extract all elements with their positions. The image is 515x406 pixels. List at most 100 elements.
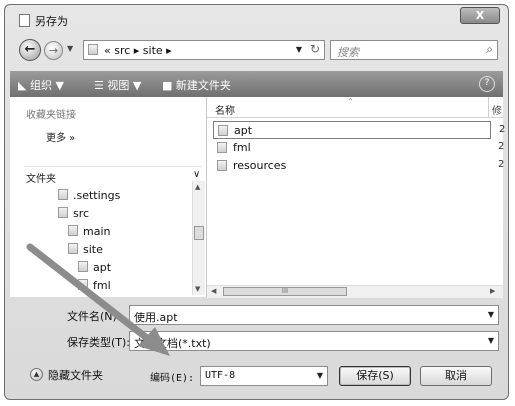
filename-label: 文件名(N): xyxy=(67,310,121,323)
file-row-apt[interactable]: apt 2 xyxy=(213,121,505,139)
back-button[interactable]: ← xyxy=(19,39,41,61)
search-icon: ⌕ xyxy=(486,42,493,56)
tree-item-label: main xyxy=(83,225,111,238)
organize-icon: ◣ xyxy=(18,79,27,92)
filename-input[interactable]: 使用.apt ▼ xyxy=(129,305,499,325)
navigation-pane: 收藏夹链接 更多 » 文件夹 ∨ .settings src main site… xyxy=(10,97,207,297)
save-as-dialog: 另存为 X ← → ▼ « src ▸ site ▸ ▼ ↻ 搜索 ⌕ ◣ 组织… xyxy=(4,4,509,400)
address-dropdown[interactable]: ▼ xyxy=(296,45,302,54)
folder-icon xyxy=(217,142,227,153)
search-input[interactable]: 搜索 ⌕ xyxy=(330,40,498,60)
arrow-right-icon: → xyxy=(48,44,59,57)
file-date: 2 xyxy=(498,159,505,170)
search-placeholder: 搜索 xyxy=(337,46,359,59)
folder-icon xyxy=(68,225,78,236)
scroll-thumb[interactable] xyxy=(194,226,204,240)
chevron-down-icon[interactable]: ▼ xyxy=(317,371,323,380)
tree-scrollbar[interactable]: ▲ ▼ xyxy=(192,181,205,295)
folder-icon xyxy=(68,243,78,254)
folder-icon xyxy=(218,125,228,136)
address-bar[interactable]: « src ▸ site ▸ ▼ ↻ xyxy=(83,40,325,60)
chevron-down-icon: ▼ xyxy=(67,44,74,53)
file-name: apt xyxy=(234,124,253,137)
file-name: resources xyxy=(233,159,287,172)
folders-header[interactable]: 文件夹 xyxy=(26,170,56,185)
tree-item-src[interactable]: src xyxy=(58,207,89,220)
divider xyxy=(24,166,202,167)
organize-label: 组织 ▼ xyxy=(29,79,64,92)
organize-menu[interactable]: ◣ 组织 ▼ xyxy=(18,77,64,93)
column-divider[interactable] xyxy=(488,97,489,117)
hide-folders-icon[interactable]: ▲ xyxy=(30,368,43,381)
title-bar: 另存为 X xyxy=(5,5,508,31)
window-title: 另存为 xyxy=(35,15,68,28)
sort-arrow-icon: ⌃ xyxy=(347,97,354,106)
arrow-left-icon: ← xyxy=(24,42,36,57)
file-row-fml[interactable]: fml 2 xyxy=(213,139,504,157)
scroll-right-icon[interactable]: ▶ xyxy=(490,287,495,295)
save-button[interactable]: 保存(S) xyxy=(339,366,411,386)
forward-button[interactable]: → xyxy=(44,41,63,60)
new-folder-button[interactable]: ■ 新建文件夹 xyxy=(162,77,231,93)
help-button[interactable]: ? xyxy=(479,76,495,92)
hide-folders-link[interactable]: 隐藏文件夹 xyxy=(48,367,103,383)
file-date: 2 xyxy=(499,124,506,135)
folder-icon xyxy=(217,160,227,171)
recent-pages-dropdown[interactable]: ▼ xyxy=(67,44,73,53)
tree-item-label: apt xyxy=(93,261,112,274)
filetype-value: 文本文档(*.txt) xyxy=(134,337,211,350)
file-name: fml xyxy=(233,141,251,154)
folder-icon xyxy=(58,207,68,218)
close-button[interactable]: X xyxy=(460,7,500,24)
views-menu[interactable]: ☰ 视图 ▼ xyxy=(94,77,141,93)
scroll-down-icon[interactable]: ▼ xyxy=(195,285,200,293)
favorites-header: 收藏夹链接 xyxy=(26,110,76,121)
new-folder-label: 新建文件夹 xyxy=(175,79,231,92)
file-list-scrollbar[interactable]: ◀ III ▶ xyxy=(207,285,503,298)
chevron-down-icon[interactable]: ∨ xyxy=(193,169,200,180)
column-name-header[interactable]: 名称 xyxy=(215,102,235,117)
scroll-thumb[interactable]: III xyxy=(223,287,347,296)
views-label: 视图 ▼ xyxy=(107,79,142,92)
refresh-icon: ↻ xyxy=(309,42,320,56)
views-icon: ☰ xyxy=(94,79,104,92)
scroll-up-icon[interactable]: ▲ xyxy=(195,183,200,191)
filename-value: 使用.apt xyxy=(134,311,178,324)
tree-item-label: site xyxy=(83,243,103,256)
refresh-button[interactable]: ↻ xyxy=(310,42,320,56)
encoding-value: UTF-8 xyxy=(205,370,236,381)
folder-icon xyxy=(78,261,88,272)
tree-item-label: .settings xyxy=(73,189,121,202)
command-toolbar: ◣ 组织 ▼ ☰ 视图 ▼ ■ 新建文件夹 ? xyxy=(10,71,503,97)
file-list-pane: 名称 ⌃ 修 apt 2 fml 2 resources 2 ◀ III ▶ xyxy=(207,97,505,298)
scroll-left-icon[interactable]: ◀ xyxy=(211,287,216,295)
tree-item-fml[interactable]: fml xyxy=(78,279,111,292)
tree-item-settings[interactable]: .settings xyxy=(58,189,120,202)
column-modified-header[interactable]: 修 xyxy=(492,102,502,117)
folder-icon xyxy=(78,279,88,290)
encoding-select[interactable]: UTF-8 ▼ xyxy=(200,366,328,386)
filetype-label: 保存类型(T): xyxy=(67,336,131,349)
tree-item-label: fml xyxy=(93,279,111,292)
chevron-down-icon: ▼ xyxy=(295,45,302,54)
file-date: 2 xyxy=(498,141,505,152)
cancel-button[interactable]: 取消 xyxy=(420,366,492,386)
encoding-label: 编码(E): xyxy=(150,373,195,384)
tree-item-main[interactable]: main xyxy=(68,225,110,238)
address-row: ← → ▼ « src ▸ site ▸ ▼ ↻ 搜索 ⌕ xyxy=(5,35,508,65)
chevron-down-icon[interactable]: ▼ xyxy=(488,336,494,345)
more-link[interactable]: 更多 » xyxy=(46,129,75,144)
tree-item-label: src xyxy=(73,207,90,220)
filetype-select[interactable]: 文本文档(*.txt) ▼ xyxy=(129,331,499,351)
help-icon: ? xyxy=(484,78,490,88)
tree-item-site[interactable]: site xyxy=(68,243,103,256)
new-folder-icon: ■ xyxy=(162,79,173,92)
chevron-down-icon[interactable]: ▼ xyxy=(488,310,494,319)
file-row-resources[interactable]: resources 2 xyxy=(213,157,504,175)
column-header: 名称 ⌃ 修 xyxy=(207,97,503,118)
folder-icon xyxy=(88,44,98,55)
tree-item-apt[interactable]: apt xyxy=(78,261,111,274)
document-icon xyxy=(19,14,30,27)
folder-icon xyxy=(58,189,68,200)
address-path: « src ▸ site ▸ xyxy=(104,44,172,57)
